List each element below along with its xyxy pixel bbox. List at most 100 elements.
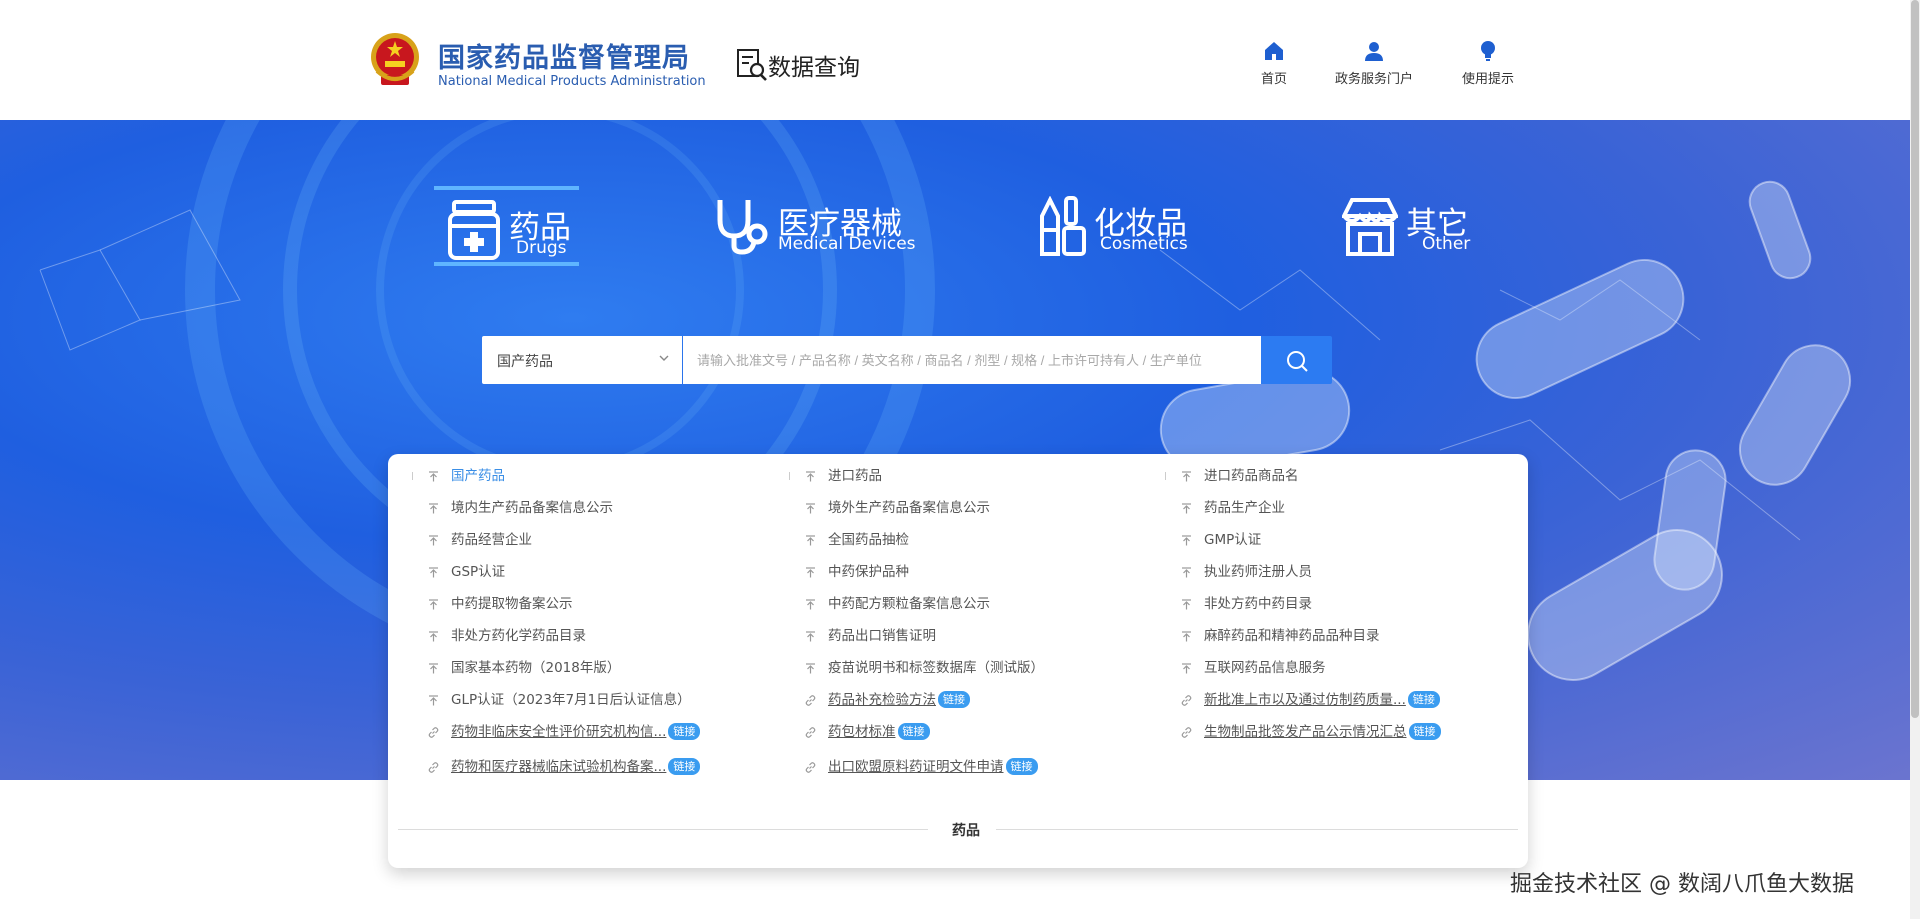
upload-icon (1182, 471, 1191, 482)
watermark-text: 掘金技术社区 @ 数阔八爪鱼大数据 (1510, 872, 1854, 897)
link-icon (428, 727, 439, 738)
divider-right (996, 829, 1518, 830)
page-scrollbar-thumb[interactable] (1911, 0, 1919, 718)
database-list-item[interactable]: 麻醉药品和精神药品品种目录 (1141, 620, 1517, 652)
database-list-item[interactable]: 进口药品 (765, 460, 1141, 492)
category-drugs-en: Drugs (516, 238, 567, 258)
database-list-item[interactable]: 非处方药中药目录 (1141, 588, 1517, 620)
nav-service-portal[interactable]: 政务服务门户 (1329, 40, 1419, 87)
category-other-en: Other (1422, 234, 1471, 254)
upload-icon (1182, 631, 1191, 642)
external-link-item[interactable]: 新批准上市以及通过仿制药质量... 链接 (1141, 684, 1517, 716)
list-item-label: 境外生产药品备案信息公示 (828, 500, 990, 516)
chevron-down-icon (659, 355, 669, 361)
category-medical-devices-en: Medical Devices (778, 234, 916, 254)
search-category-value: 国产药品 (497, 354, 553, 370)
stethoscope-icon (717, 200, 768, 255)
external-link-item[interactable]: 出口欧盟原料药证明文件申请 链接 (765, 751, 1141, 786)
database-list-item[interactable]: 进口药品商品名 (1141, 460, 1517, 492)
list-item-label: GMP认证 (1204, 532, 1262, 548)
list-column-1: 国产药品境内生产药品备案信息公示药品经营企业 GSP认证中药提取物备案公示非处方药… (388, 460, 764, 786)
search-category-select[interactable]: 国产药品 (482, 336, 682, 384)
upload-icon (1182, 503, 1191, 514)
cosmetics-icon (1040, 196, 1086, 256)
database-list-item[interactable]: 全国药品抽检 (765, 524, 1141, 556)
database-list-item[interactable]: 中药配方颗粒备案信息公示 (765, 588, 1141, 620)
list-item-label: 中药提取物备案公示 (451, 596, 573, 612)
panel-section-label: 药品 (952, 823, 980, 839)
database-list-item[interactable]: 国家基本药物（2018年版） (388, 652, 764, 684)
category-cosmetics[interactable]: 化妆品 Cosmetics (1024, 186, 1194, 266)
database-list-item[interactable]: 境外生产药品备案信息公示 (765, 492, 1141, 524)
upload-icon (1182, 663, 1191, 674)
link-badge: 链接 (1407, 691, 1440, 708)
database-list-item[interactable]: 中药提取物备案公示 (388, 588, 764, 620)
list-item-label: 疫苗说明书和标签数据库（测试版） (828, 660, 1044, 676)
list-column-2: 进口药品境外生产药品备案信息公示 全国药品抽检 中药保护品种中药配方颗粒备案信息公示… (765, 460, 1141, 786)
upload-icon (806, 599, 815, 610)
upload-icon (429, 599, 438, 610)
list-item-label: 中药配方颗粒备案信息公示 (828, 596, 990, 612)
upload-icon (429, 503, 438, 514)
database-list-item[interactable]: GSP认证 (388, 556, 764, 588)
nav-home[interactable]: 首页 (1229, 40, 1319, 87)
database-list-item[interactable]: 互联网药品信息服务 (1141, 652, 1517, 684)
upload-icon (429, 695, 438, 706)
database-list-item[interactable]: 中药保护品种 (765, 556, 1141, 588)
list-item-label: 中药保护品种 (828, 564, 909, 580)
list-item-label: 药品补充检验方法 (828, 692, 936, 708)
database-list-item[interactable]: 国产药品 (388, 460, 764, 492)
database-list-item[interactable]: 药品生产企业 (1141, 492, 1517, 524)
database-list-item[interactable]: 非处方药化学药品目录 (388, 620, 764, 652)
list-item-label: 国产药品 (451, 468, 505, 484)
database-list-item[interactable]: 境内生产药品备案信息公示 (388, 492, 764, 524)
list-item-label: 药物和医疗器械临床试验机构备案... (451, 759, 667, 775)
list-item-label: 麻醉药品和精神药品品种目录 (1204, 628, 1380, 644)
org-name-en: National Medical Products Administration (438, 74, 706, 89)
list-item-label: 互联网药品信息服务 (1204, 660, 1326, 676)
external-link-item[interactable]: 生物制品批签发产品公示情况汇总 链接 (1141, 716, 1517, 751)
nav-usage-tips[interactable]: 使用提示 (1443, 40, 1533, 87)
category-cosmetics-en: Cosmetics (1100, 234, 1188, 254)
database-list-item[interactable]: 药品经营企业 (388, 524, 764, 556)
list-item-label: 非处方药中药目录 (1204, 596, 1312, 612)
external-link-item[interactable]: 药品补充检验方法 链接 (765, 684, 1141, 716)
upload-icon (806, 663, 815, 674)
list-item-label: 药物非临床安全性评价研究机构信... (451, 724, 667, 740)
upload-icon (806, 535, 815, 546)
data-query-icon (737, 49, 767, 81)
list-item-label: GLP认证（2023年7月1日后认证信息） (451, 692, 691, 708)
list-item-label: 境内生产药品备案信息公示 (451, 500, 613, 516)
database-list-item[interactable]: 执业药师注册人员 (1141, 556, 1517, 588)
upload-icon (429, 663, 438, 674)
upload-icon (1182, 567, 1191, 578)
list-item-label: 药品生产企业 (1204, 500, 1285, 516)
database-list-panel: 国产药品 境内生产药品备案信息公示 药品经营企业 GSP认证 中药提取物备案公示 非处方药… (388, 454, 1528, 868)
category-other[interactable]: 其它 Other (1330, 186, 1480, 266)
link-badge: 链接 (938, 691, 970, 708)
search-input[interactable] (683, 336, 1261, 384)
external-link-item[interactable]: 药物非临床安全性评价研究机构信... 链接 (388, 716, 764, 751)
list-item-label: 国家基本药物（2018年版） (451, 660, 621, 676)
category-medical-devices[interactable]: 医疗器械 Medical Devices (700, 186, 916, 266)
nav-usage-tips-label: 使用提示 (1461, 72, 1514, 87)
external-link-item[interactable]: 药物和医疗器械临床试验机构备案... 链接 (388, 751, 764, 786)
category-drugs[interactable]: 药品 Drugs (434, 186, 579, 266)
list-item-label: 进口药品商品名 (1204, 468, 1299, 484)
database-list-item[interactable]: 疫苗说明书和标签数据库（测试版） (765, 652, 1141, 684)
link-icon (805, 762, 816, 773)
divider-left (398, 829, 928, 830)
nav-home-label: 首页 (1260, 72, 1287, 87)
list-item-label: 新批准上市以及通过仿制药质量... (1204, 692, 1406, 708)
external-link-item[interactable]: 药包材标准 链接 (765, 716, 1141, 751)
nav-service-portal-label: 政务服务门户 (1334, 72, 1413, 87)
database-list-item[interactable]: GMP认证 (1141, 524, 1517, 556)
lightbulb-icon (1481, 41, 1495, 61)
database-list-item[interactable]: 药品出口销售证明 (765, 620, 1141, 652)
search-button[interactable] (1261, 336, 1332, 384)
upload-icon (429, 471, 438, 482)
list-item-label: 全国药品抽检 (828, 532, 909, 548)
upload-icon (1182, 535, 1191, 546)
upload-icon (806, 471, 815, 482)
database-list-item[interactable]: GLP认证（2023年7月1日后认证信息） (388, 684, 764, 716)
